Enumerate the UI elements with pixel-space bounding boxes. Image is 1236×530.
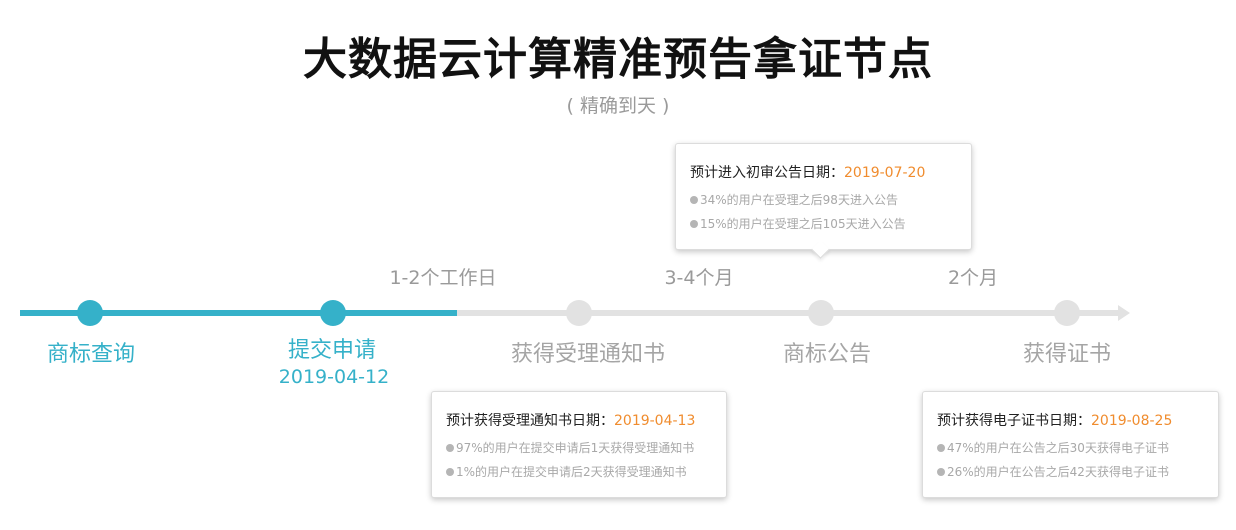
- acceptance-info-card: 预计获得受理通知书日期：2019-04-13 97%的用户在提交申请后1天获得受…: [431, 391, 727, 498]
- certificate-info-card: 预计获得电子证书日期：2019-08-25 47%的用户在公告之后30天获得电子…: [922, 391, 1219, 498]
- card-note: 34%的用户在受理之后98天进入公告: [690, 192, 957, 208]
- card-note: 1%的用户在提交申请后2天获得受理通知书: [446, 464, 712, 480]
- card-note-text: 97%的用户在提交申请后1天获得受理通知书: [456, 441, 695, 455]
- timeline-node-submit: [320, 300, 346, 326]
- page-title: 大数据云计算精准预告拿证节点: [303, 34, 933, 85]
- step-label-certificate: 获得证书: [1022, 342, 1111, 367]
- card-heading-date: 2019-08-25: [1091, 413, 1173, 429]
- announcement-info-card: 预计进入初审公告日期：2019-07-20 34%的用户在受理之后98天进入公告…: [675, 143, 972, 259]
- card-heading: 预计获得电子证书日期：2019-08-25: [937, 410, 1204, 432]
- timeline-arrow-icon: [1118, 305, 1130, 321]
- card-note: 97%的用户在提交申请后1天获得受理通知书: [446, 440, 712, 456]
- card-note: 15%的用户在受理之后105天进入公告: [690, 216, 957, 232]
- card-note-text: 1%的用户在提交申请后2天获得受理通知书: [456, 465, 687, 479]
- timeline-node-announcement: [808, 300, 834, 326]
- step-label-acceptance: 获得受理通知书: [510, 342, 665, 367]
- card-note-text: 26%的用户在公告之后42天获得电子证书: [947, 465, 1169, 479]
- card-heading-date: 2019-07-20: [844, 165, 926, 181]
- duration-label: 3-4个月: [664, 267, 734, 289]
- card-pointer: [811, 240, 830, 259]
- card-heading-label: 预计获得受理通知书日期：: [446, 413, 614, 429]
- card-heading: 预计进入初审公告日期：2019-07-20: [690, 162, 957, 184]
- card-heading: 预计获得受理通知书日期：2019-04-13: [446, 410, 712, 432]
- card-heading-date: 2019-04-13: [614, 413, 696, 429]
- bullet-icon: [446, 444, 454, 452]
- bullet-icon: [937, 444, 945, 452]
- step-label-submit: 提交申请: [287, 338, 376, 363]
- bullet-icon: [690, 220, 698, 228]
- timeline-node-trademark-search: [77, 300, 103, 326]
- card-heading-label: 预计获得电子证书日期：: [937, 413, 1091, 429]
- page-subtitle: ( 精确到天 ): [566, 95, 670, 117]
- step-label-trademark-search: 商标查询: [46, 342, 135, 367]
- timeline-node-certificate: [1054, 300, 1080, 326]
- duration-label: 2个月: [947, 267, 999, 289]
- card-note-text: 47%的用户在公告之后30天获得电子证书: [947, 441, 1169, 455]
- timeline-node-acceptance: [566, 300, 592, 326]
- bullet-icon: [690, 196, 698, 204]
- card-note-text: 15%的用户在受理之后105天进入公告: [700, 217, 906, 231]
- card-heading-label: 预计进入初审公告日期：: [690, 165, 844, 181]
- card-note: 47%的用户在公告之后30天获得电子证书: [937, 440, 1204, 456]
- bullet-icon: [937, 468, 945, 476]
- bullet-icon: [446, 468, 454, 476]
- duration-label: 1-2个工作日: [389, 267, 497, 289]
- step-date-submit: 2019-04-12: [278, 366, 390, 388]
- card-note: 26%的用户在公告之后42天获得电子证书: [937, 464, 1204, 480]
- step-label-announcement: 商标公告: [782, 342, 871, 367]
- card-note-text: 34%的用户在受理之后98天进入公告: [700, 193, 898, 207]
